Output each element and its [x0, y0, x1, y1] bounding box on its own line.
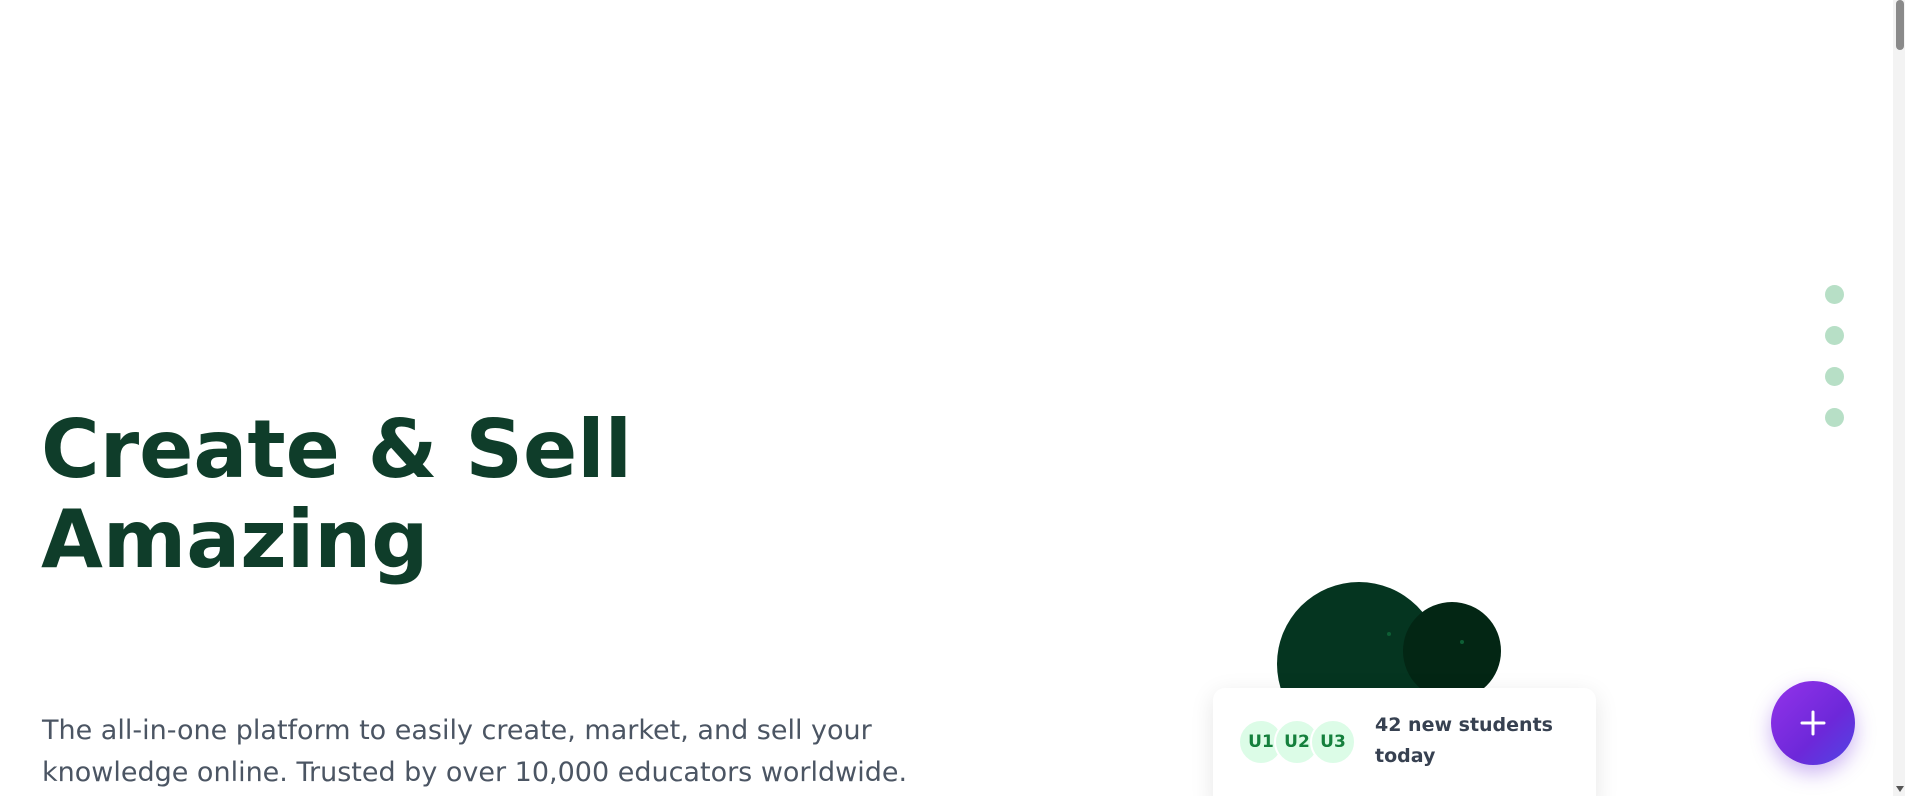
- sparkle-icon: [1387, 632, 1391, 636]
- add-button[interactable]: [1771, 681, 1855, 765]
- hero-title: Create & Sell Amazing: [41, 405, 632, 585]
- hero-title-line-1: Create & Sell: [41, 403, 633, 496]
- section-dot-4[interactable]: [1825, 408, 1844, 427]
- hero-subtitle-line-1: The all-in-one platform to easily create…: [42, 715, 872, 746]
- section-dot-1[interactable]: [1825, 285, 1844, 304]
- sparkle-icon: [1460, 640, 1464, 644]
- hero-title-line-2: Amazing: [41, 493, 429, 586]
- scroll-down-arrow-icon[interactable]: [1896, 786, 1904, 792]
- scrollbar-thumb[interactable]: [1896, 0, 1904, 50]
- scrollbar-track[interactable]: [1893, 0, 1905, 796]
- landing-page: Create & Sell Amazing The all-in-one pla…: [0, 0, 1905, 796]
- new-students-text: 42 new students today: [1375, 714, 1553, 767]
- plus-icon: [1800, 710, 1826, 736]
- section-dot-3[interactable]: [1825, 367, 1844, 386]
- hero-subtitle-line-2: knowledge online. Trusted by over 10,000…: [42, 757, 908, 788]
- section-dot-2[interactable]: [1825, 326, 1844, 345]
- avatar: U3: [1310, 719, 1356, 765]
- new-students-card: U1 U2 U3 42 new students today: [1213, 688, 1596, 796]
- decorative-circle-small: [1403, 602, 1501, 700]
- hero-subtitle: The all-in-one platform to easily create…: [42, 710, 942, 794]
- section-dot-nav: [1825, 285, 1845, 427]
